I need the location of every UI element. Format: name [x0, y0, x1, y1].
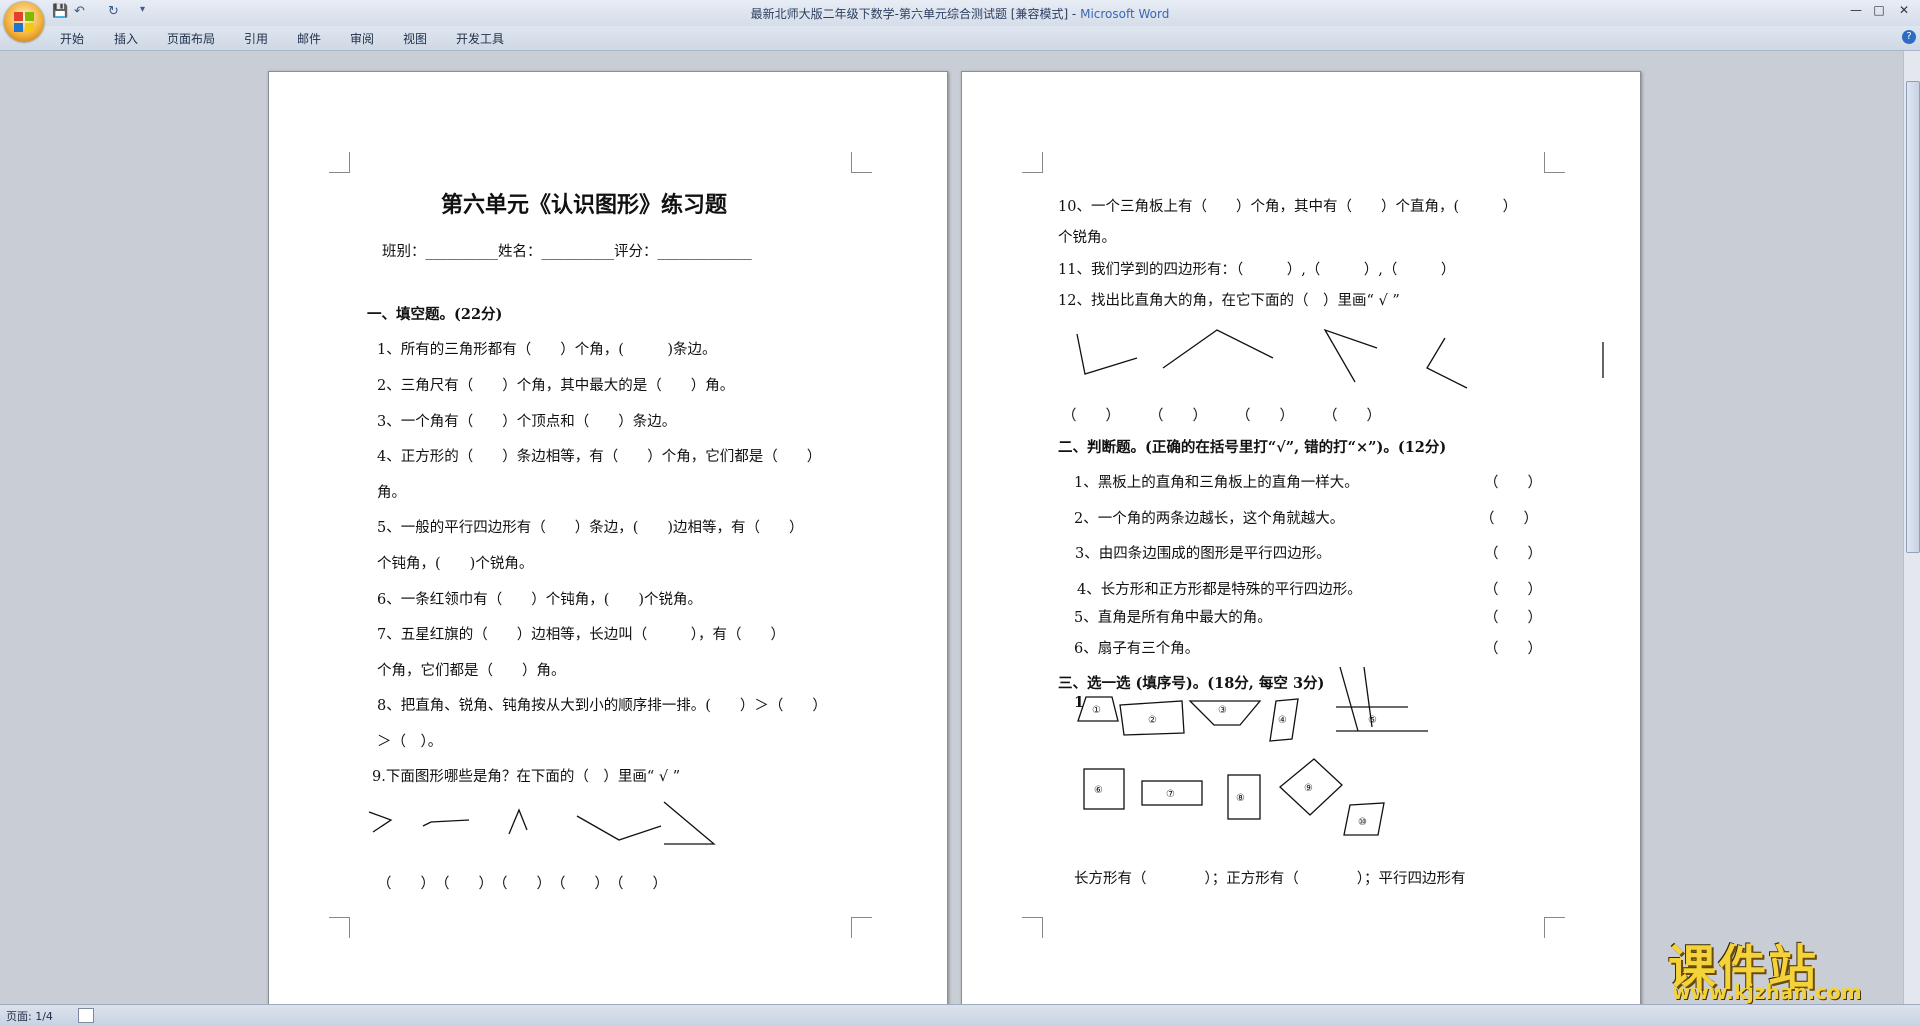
maximize-button[interactable]: □: [1868, 3, 1890, 17]
shape-label-1: ①: [1092, 705, 1101, 716]
tab-home[interactable]: 开始: [60, 30, 84, 47]
shape-label-3: ③: [1218, 705, 1227, 716]
choose-shape-figures: ① ② ③ ④ ⑤ ⑥ ⑦ ⑧ ⑨ ⑩: [1077, 666, 1428, 836]
shape-label-10: ⑩: [1358, 817, 1367, 828]
page-2[interactable]: 10、一个三角板上有（ ）个角，其中有（ ）个直角，( ） 个锐角。 11、我们…: [961, 71, 1641, 1004]
shape-label-8: ⑧: [1236, 793, 1245, 804]
watermark-url: www.kjzhan.com: [1672, 980, 1862, 1004]
shape-label-9: ⑨: [1304, 783, 1313, 794]
tab-review[interactable]: 审阅: [350, 30, 374, 47]
proofing-icon[interactable]: [78, 1008, 94, 1023]
class-name-line: 班别：__________姓名：__________评分：___________…: [382, 244, 752, 260]
shape-label-6: ⑥: [1094, 785, 1103, 796]
judge-4-paren[interactable]: （ ）: [1484, 578, 1542, 599]
vertical-scrollbar[interactable]: [1903, 51, 1920, 1004]
question-1: 1、所有的三角形都有（ ）个角，( )条边。: [377, 342, 717, 358]
section-true-false: 二、判断题。(正确的在括号里打“√”, 错的打“×”)。(12分): [1058, 439, 1447, 456]
minimize-button[interactable]: —: [1845, 3, 1867, 17]
judge-4: 4、长方形和正方形都是特殊的平行四边形。: [1077, 582, 1362, 598]
tab-view[interactable]: 视图: [403, 30, 427, 47]
tab-insert[interactable]: 插入: [114, 30, 138, 47]
page-1[interactable]: 第六单元《认识图形》练习题 班别：__________姓名：__________…: [268, 71, 948, 1004]
q12-angle-figures: [1076, 328, 1604, 389]
judge-5: 5、直角是所有角中最大的角。: [1074, 610, 1272, 626]
question-7-cont: 个角，它们都是（ ）角。: [377, 663, 566, 679]
judge-1-paren[interactable]: （ ）: [1484, 471, 1542, 492]
q9-angle-figures: [368, 808, 662, 841]
page-indicator[interactable]: 页面: 1/4: [6, 1008, 53, 1024]
window-title: 最新北师大版二年级下数学-第六单元综合测试题 [兼容模式] - Microsof…: [750, 7, 1170, 21]
tab-developer[interactable]: 开发工具: [456, 30, 504, 47]
shape-label-7: ⑦: [1166, 789, 1175, 800]
office-logo-icon: [14, 12, 34, 32]
tab-page-layout[interactable]: 页面布局: [167, 30, 215, 47]
page-title: 第六单元《认识图形》练习题: [441, 192, 728, 218]
question-4-cont: 角。: [377, 485, 406, 501]
title-bar: 💾 ↶ ↻ ▾ 最新北师大版二年级下数学-第六单元综合测试题 [兼容模式] - …: [0, 0, 1920, 26]
judge-2-paren[interactable]: （ ）: [1480, 507, 1538, 528]
close-button[interactable]: ✕: [1893, 3, 1915, 17]
question-8-cont: ＞（ ）。: [377, 734, 443, 750]
choose-answer-line: 长方形有（ ）；正方形有（ ）；平行四边形有: [1074, 871, 1466, 887]
question-7: 7、五星红旗的（ ）边相等，长边叫（ ），有（ ）: [377, 627, 785, 643]
question-8: 8、把直角、锐角、钝角按从大到小的顺序排一排。( ）＞（ ）: [377, 698, 827, 714]
question-11: 11、我们学到的四边形有：（ ）,（ ）,（ ）: [1058, 262, 1456, 278]
question-12: 12、找出比直角大的角，在它下面的（ ）里画“ √ ”: [1058, 293, 1400, 309]
judge-6: 6、扇子有三个角。: [1074, 641, 1200, 657]
tab-mailings[interactable]: 邮件: [297, 30, 321, 47]
question-5-cont: 个钝角，( )个锐角。: [377, 556, 534, 572]
judge-6-paren[interactable]: （ ）: [1484, 637, 1542, 658]
section-fill-blank: 一、填空题。(22分): [367, 306, 503, 323]
office-button[interactable]: [4, 2, 44, 42]
q9-answer-parens: （ ） （ ） （ ） （ ） （ ）: [377, 876, 667, 892]
watermark-logo: 课件站 www.kjzhan.com: [1668, 928, 1900, 1004]
shape-label-4: ④: [1278, 715, 1287, 726]
q12-answer-parens: （ ） （ ） （ ） （ ）: [1062, 408, 1381, 424]
judge-2: 2、一个角的两条边越长，这个角就越大。: [1074, 511, 1345, 527]
question-2: 2、三角尺有（ ）个角，其中最大的是（ ）角。: [377, 378, 735, 394]
question-3: 3、一个角有（ ）个顶点和（ ）条边。: [377, 414, 677, 430]
ribbon-tabs: 开始 插入 页面布局 引用 邮件 审阅 视图 开发工具: [0, 26, 1920, 51]
shape-label-2: ②: [1148, 715, 1157, 726]
question-6: 6、一条红领巾有（ ）个钝角，( )个锐角。: [377, 592, 703, 608]
judge-1: 1、黑板上的直角和三角板上的直角一样大。: [1074, 475, 1359, 491]
judge-3: 3、由四条边围成的图形是平行四边形。: [1075, 546, 1331, 562]
question-9: 9.下面图形哪些是角？在下面的（ ）里画“ √ ”: [372, 769, 681, 785]
help-icon[interactable]: ?: [1902, 30, 1916, 44]
judge-3-paren[interactable]: （ ）: [1484, 542, 1542, 563]
document-area[interactable]: 第六单元《认识图形》练习题 班别：__________姓名：__________…: [0, 51, 1903, 1004]
shape-label-5: ⑤: [1368, 715, 1377, 726]
question-4: 4、正方形的（ ）条边相等，有（ ）个角，它们都是（ ）: [377, 449, 822, 465]
question-10: 10、一个三角板上有（ ）个角，其中有（ ）个直角，( ）: [1058, 199, 1518, 215]
judge-5-paren[interactable]: （ ）: [1484, 606, 1542, 627]
tab-references[interactable]: 引用: [244, 30, 268, 47]
question-10-cont: 个锐角。: [1058, 230, 1116, 246]
q9-angle-figure-5: [663, 801, 716, 845]
status-bar: 页面: 1/4: [0, 1004, 1920, 1026]
question-5: 5、一般的平行四边形有（ ）条边，( )边相等，有（ ）: [377, 520, 804, 536]
scrollbar-thumb[interactable]: [1906, 81, 1920, 553]
